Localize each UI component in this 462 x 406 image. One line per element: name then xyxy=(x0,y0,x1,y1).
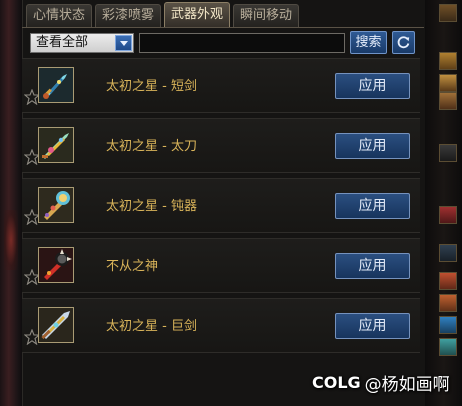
list-item: 太初之星 - 巨剑 应用 xyxy=(22,298,420,353)
item-name: 太初之星 - 短剑 xyxy=(106,79,197,94)
filter-dropdown[interactable]: 查看全部 xyxy=(30,33,134,53)
apply-button[interactable]: 应用 xyxy=(335,193,410,219)
hud-slot xyxy=(439,92,457,110)
search-button[interactable]: 搜索 xyxy=(350,31,387,54)
weapon-appearance-list: 太初之星 - 短剑 应用 太初之星 - 太刀 应用 太初之星 - 钝器 应用 不… xyxy=(22,58,420,358)
item-name: 太初之星 - 太刀 xyxy=(106,139,197,154)
apply-button[interactable]: 应用 xyxy=(335,313,410,339)
chevron-down-icon[interactable] xyxy=(115,35,132,51)
list-item: 太初之星 - 钝器 应用 xyxy=(22,178,420,233)
mace-icon[interactable] xyxy=(38,247,74,283)
item-name: 太初之星 - 巨剑 xyxy=(106,319,197,334)
hud-slot xyxy=(439,316,457,334)
refresh-button[interactable] xyxy=(392,31,415,54)
blunt-weapon-icon[interactable] xyxy=(38,187,74,223)
hud-slot xyxy=(439,294,457,312)
hud-slot xyxy=(439,338,457,356)
hud-slot xyxy=(439,144,457,162)
apply-button[interactable]: 应用 xyxy=(335,73,410,99)
hud-slot xyxy=(439,206,457,224)
short-sword-icon[interactable] xyxy=(38,67,74,103)
list-item: 太初之星 - 太刀 应用 xyxy=(22,118,420,173)
tab-weapon-appearance[interactable]: 武器外观 xyxy=(164,2,231,27)
list-item: 不从之神 应用 xyxy=(22,238,420,293)
watermark: COLG @杨如画啊 xyxy=(312,368,450,396)
background-artwork-left xyxy=(0,0,22,406)
tab-mood-status[interactable]: 心情状态 xyxy=(26,4,93,27)
hud-slot xyxy=(439,52,457,70)
filter-selected-value: 查看全部 xyxy=(36,35,89,50)
apply-button[interactable]: 应用 xyxy=(335,253,410,279)
tab-teleport[interactable]: 瞬间移动 xyxy=(233,4,300,27)
colg-logo: COLG xyxy=(312,372,361,392)
katana-icon[interactable] xyxy=(38,127,74,163)
hud-slot xyxy=(439,74,457,92)
game-hud-strip xyxy=(425,0,462,406)
hud-slot xyxy=(439,272,457,290)
item-name: 太初之星 - 钝器 xyxy=(106,199,197,214)
apply-button[interactable]: 应用 xyxy=(335,133,410,159)
greatsword-icon[interactable] xyxy=(38,307,74,343)
hud-slot xyxy=(439,4,457,22)
list-item: 太初之星 - 短剑 应用 xyxy=(22,58,420,113)
hud-slot xyxy=(439,244,457,262)
tab-paint-spray[interactable]: 彩漆喷雾 xyxy=(95,4,162,27)
refresh-icon xyxy=(397,36,410,49)
search-input[interactable] xyxy=(139,33,345,53)
item-name: 不从之神 xyxy=(106,259,159,274)
watermark-author: @杨如画啊 xyxy=(364,374,450,395)
tab-bar: 心情状态 彩漆喷雾 武器外观 瞬间移动 xyxy=(26,2,300,28)
tab-divider xyxy=(22,27,424,28)
